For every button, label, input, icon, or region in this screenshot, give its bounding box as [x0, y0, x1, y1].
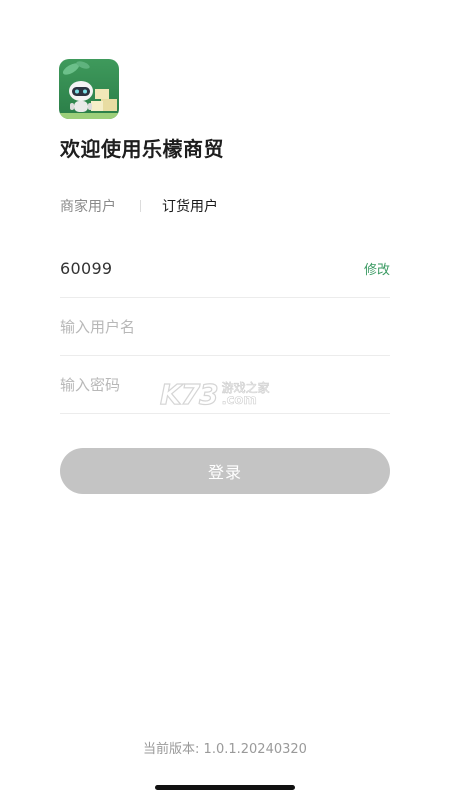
tab-divider	[140, 200, 141, 212]
tab-order-user[interactable]: 订货用户	[162, 196, 218, 216]
app-logo	[59, 59, 119, 119]
username-input[interactable]	[60, 298, 390, 355]
merchant-code-row: 60099 修改	[60, 240, 390, 298]
modify-code-link[interactable]: 修改	[364, 259, 390, 278]
user-type-tabs: 商家用户 订货用户	[60, 195, 218, 217]
robot-mascot-icon	[59, 59, 119, 119]
tab-merchant-user[interactable]: 商家用户	[60, 196, 116, 216]
welcome-title: 欢迎使用乐檬商贸	[60, 137, 224, 161]
password-row	[60, 356, 390, 414]
version-text: 当前版本: 1.0.1.20240320	[143, 742, 307, 757]
username-row	[60, 298, 390, 356]
login-button[interactable]: 登录	[60, 448, 390, 494]
home-indicator[interactable]	[155, 785, 295, 790]
merchant-code-value: 60099	[60, 259, 113, 278]
password-input[interactable]	[60, 356, 390, 413]
